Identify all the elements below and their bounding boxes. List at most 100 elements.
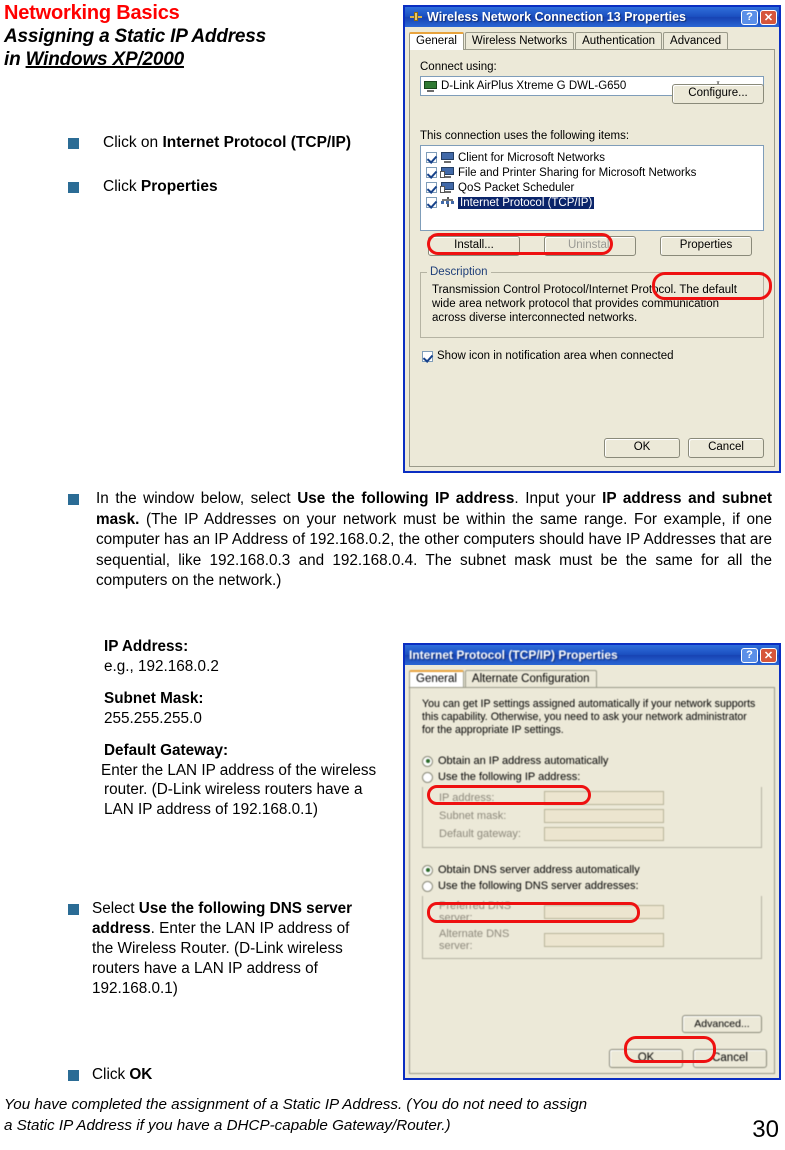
step-4-a: Select	[92, 900, 139, 917]
components-list[interactable]: Client for Microsoft Networks File and P…	[420, 145, 764, 231]
file-sharing-icon	[440, 167, 454, 178]
tab-authentication[interactable]: Authentication	[575, 32, 663, 50]
dialog-body: General Wireless Networks Authentication…	[409, 31, 775, 467]
heading-line-2-underlined: Windows XP/2000	[25, 49, 185, 70]
configure-button[interactable]: Configure...	[672, 84, 764, 104]
default-gateway-label: Default gateway:	[439, 828, 521, 840]
install-button[interactable]: Install...	[428, 236, 520, 256]
obtain-ip-automatically-radio-row[interactable]: Obtain an IP address automatically	[422, 755, 762, 767]
use-following-ip-radio-row[interactable]: Use the following IP address:	[422, 771, 762, 783]
default-gateway-row[interactable]: Default gateway:	[439, 827, 755, 841]
instructions-block-2: In the window below, select Use the foll…	[68, 489, 780, 592]
cancel-button[interactable]: Cancel	[693, 1049, 767, 1068]
help-button[interactable]: ?	[741, 9, 758, 25]
ip-settings-notes: IP Address: e.g., 192.168.0.2 Subnet Mas…	[101, 637, 394, 832]
table-row[interactable]: Internet Protocol (TCP/IP)	[421, 195, 763, 210]
step-2-text: Click Properties	[103, 177, 218, 197]
ok-button[interactable]: OK	[609, 1049, 683, 1068]
bullet-square-icon	[68, 182, 79, 193]
alternate-dns-label: Alternate DNS server:	[439, 928, 510, 952]
subnet-mask-input[interactable]	[544, 809, 664, 823]
table-row[interactable]: Client for Microsoft Networks	[421, 150, 763, 165]
dialog-titlebar[interactable]: Wireless Network Connection 13 Propertie…	[405, 7, 779, 27]
subnet-mask-group: Subnet Mask: 255.255.255.0	[104, 689, 394, 728]
step-5-bold: OK	[129, 1066, 153, 1083]
help-button[interactable]: ?	[741, 647, 758, 663]
ip-address-label: IP Address:	[104, 638, 189, 655]
tab-advanced[interactable]: Advanced	[663, 32, 729, 50]
internet-protocol-properties-dialog[interactable]: Internet Protocol (TCP/IP) Properties ? …	[403, 643, 781, 1080]
tab-general[interactable]: General	[409, 670, 464, 688]
list-item: In the window below, select Use the foll…	[68, 489, 780, 592]
list-item: Select Use the following DNS server addr…	[68, 899, 398, 999]
advanced-button[interactable]: Advanced...	[682, 1015, 762, 1033]
ip-address-input[interactable]	[544, 791, 664, 805]
properties-button[interactable]: Properties	[660, 236, 752, 256]
subnet-mask-row[interactable]: Subnet mask:	[439, 809, 755, 823]
use-following-dns-label: Use the following DNS server addresses:	[438, 880, 639, 892]
qos-icon	[440, 182, 454, 193]
use-following-dns-radio-row[interactable]: Use the following DNS server addresses:	[422, 880, 762, 892]
ip-address-label: IP address:	[439, 792, 495, 804]
connect-using-label: Connect using:	[420, 61, 497, 73]
component-label: Client for Microsoft Networks	[458, 151, 605, 164]
step-5-prefix: Click	[92, 1066, 130, 1083]
bullet-square-icon	[68, 138, 79, 149]
subnet-mask-value: 255.255.255.0	[104, 709, 202, 727]
tab-alternate-configuration[interactable]: Alternate Configuration	[464, 670, 597, 688]
obtain-dns-automatically-radio-row[interactable]: Obtain DNS server address automatically	[422, 864, 762, 876]
checkbox[interactable]	[422, 350, 433, 362]
heading-line-1: Assigning a Static IP Address	[4, 26, 267, 47]
preferred-dns-row[interactable]: Preferred DNS server:	[439, 900, 755, 924]
close-icon[interactable]: ✕	[760, 9, 777, 25]
alternate-dns-input[interactable]	[544, 933, 664, 947]
radio-button[interactable]	[422, 880, 433, 892]
footer-note: You have completed the assignment of a S…	[4, 1094, 782, 1136]
default-gateway-input[interactable]	[544, 827, 664, 841]
table-row[interactable]: File and Printer Sharing for Microsoft N…	[421, 165, 763, 180]
radio-button[interactable]	[422, 755, 433, 767]
default-gateway-value: Enter the LAN IP address of the wireless…	[101, 761, 377, 818]
cancel-button[interactable]: Cancel	[688, 438, 764, 458]
ip-address-value: e.g., 192.168.0.2	[104, 657, 219, 675]
dialog-title: Wireless Network Connection 13 Propertie…	[427, 10, 686, 24]
preferred-dns-input[interactable]	[544, 905, 664, 919]
list-item: Click Properties	[68, 177, 388, 197]
component-label: QoS Packet Scheduler	[458, 181, 575, 194]
checkbox[interactable]	[426, 167, 437, 178]
footer-line-2: a Static IP Address if you have a DHCP-c…	[4, 1117, 451, 1134]
component-label: File and Printer Sharing for Microsoft N…	[458, 166, 697, 179]
page-title: Networking Basics Assigning a Static IP …	[4, 2, 394, 71]
subnet-mask-label: Subnet Mask:	[104, 690, 204, 707]
radio-button[interactable]	[422, 771, 433, 783]
ok-button[interactable]: OK	[604, 438, 680, 458]
heading-line-2: in Windows XP/2000	[4, 48, 394, 71]
wireless-network-connection-properties-dialog[interactable]: Wireless Network Connection 13 Propertie…	[403, 5, 781, 473]
checkbox[interactable]	[426, 152, 437, 163]
checkbox[interactable]	[426, 197, 437, 208]
dialog-titlebar[interactable]: Internet Protocol (TCP/IP) Properties ? …	[405, 645, 779, 665]
alternate-dns-row[interactable]: Alternate DNS server:	[439, 928, 755, 952]
step-3-b: Use the following IP address	[297, 490, 515, 507]
step-1-bold: Internet Protocol (TCP/IP)	[162, 134, 352, 151]
description-label: Description	[427, 266, 491, 278]
checkbox[interactable]	[426, 182, 437, 193]
page-number: 30	[752, 1116, 779, 1143]
step-2-bold: Properties	[140, 178, 218, 195]
show-icon-row[interactable]: Show icon in notification area when conn…	[422, 350, 764, 362]
tab-general[interactable]: General	[409, 32, 464, 50]
tab-wireless-networks[interactable]: Wireless Networks	[464, 32, 575, 50]
close-icon[interactable]: ✕	[760, 647, 777, 663]
step-3-e: (The IP Addresses on your network must b…	[96, 510, 772, 590]
general-tab-pane: You can get IP settings assigned automat…	[409, 687, 775, 1074]
ip-address-row[interactable]: IP address:	[439, 791, 755, 805]
heading-red: Networking Basics	[4, 2, 180, 24]
dialog-title: Internet Protocol (TCP/IP) Properties	[409, 648, 618, 662]
tcpip-protocol-icon	[441, 197, 454, 208]
default-gateway-label: Default Gateway:	[104, 742, 229, 759]
tab-strip: General Alternate Configuration	[409, 669, 775, 688]
radio-button[interactable]	[422, 864, 433, 876]
step-5-text: Click OK	[92, 1065, 152, 1085]
table-row[interactable]: QoS Packet Scheduler	[421, 180, 763, 195]
component-label-selected: Internet Protocol (TCP/IP)	[458, 196, 595, 209]
